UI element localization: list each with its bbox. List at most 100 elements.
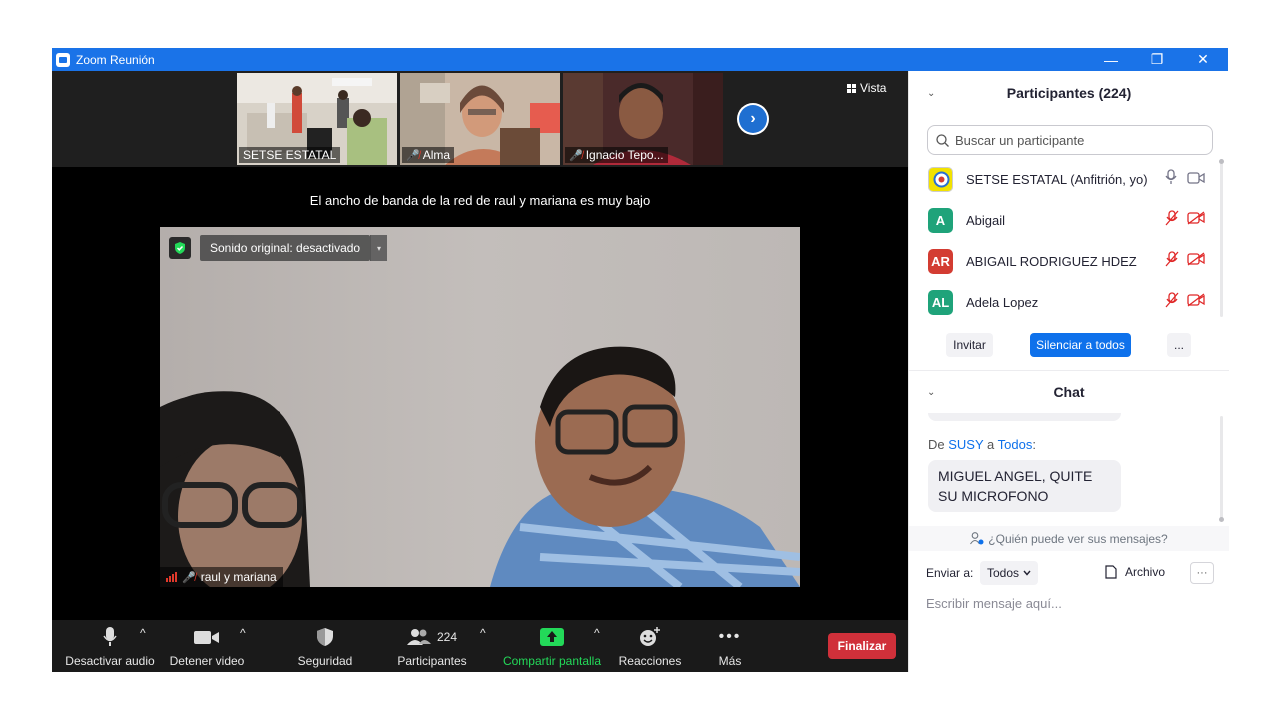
participant-name: Adela Lopez: [966, 295, 1039, 310]
file-label: Archivo: [1125, 565, 1166, 579]
thumbnail-name-tag: 🎤̸ Alma: [402, 147, 455, 163]
participant-list: SETSE ESTATAL (Anfitrión, yo) A Abigail …: [909, 159, 1221, 319]
share-options-caret[interactable]: ^: [594, 626, 600, 640]
microphone-muted-icon[interactable]: [1165, 292, 1179, 313]
to-word: a: [987, 437, 995, 452]
original-sound-toggle[interactable]: Sonido original: desactivado: [200, 235, 371, 261]
chat-header: ⌄ Chat: [909, 378, 1229, 406]
participant-name: ABIGAIL RODRIGUEZ HDEZ: [966, 254, 1137, 269]
mic-muted-icon: 🎤̸: [182, 571, 196, 584]
share-screen-button[interactable]: Compartir pantalla: [500, 626, 604, 668]
who-can-see-messages[interactable]: ¿Quién puede ver sus mensajes?: [909, 526, 1229, 551]
next-page-button[interactable]: ›: [737, 103, 769, 135]
audio-options-caret[interactable]: ^: [140, 626, 146, 640]
mic-muted-icon: 🎤̸: [569, 149, 583, 162]
collapse-chat-icon[interactable]: ⌄: [927, 387, 935, 398]
window-title: Zoom Reunión: [76, 52, 155, 67]
participant-name: Abigail: [966, 213, 1006, 228]
more-dots-icon: •••: [718, 628, 742, 645]
chat-message-input[interactable]: [926, 592, 1212, 614]
thumbnail-name-tag: SETSE ESTATAL: [239, 147, 341, 163]
share-screen-icon: [540, 628, 564, 646]
security-button[interactable]: Seguridad: [292, 626, 358, 668]
participants-options-caret[interactable]: ^: [480, 626, 486, 640]
send-to-value: Todos: [986, 566, 1020, 580]
thumbnail-name: Alma: [422, 148, 451, 162]
active-speaker-video[interactable]: Sonido original: desactivado ▾ 🎤̸ raul y…: [160, 227, 800, 587]
thumbnail-name: SETSE ESTATAL: [243, 148, 337, 162]
person-info-icon: [970, 532, 984, 545]
chat-message-bubble: MIGUEL ANGEL, QUITE SU MICROFONO: [928, 460, 1121, 512]
view-button[interactable]: Vista: [847, 81, 886, 95]
video-options-caret[interactable]: ^: [240, 626, 246, 640]
original-sound-caret[interactable]: ▾: [370, 235, 387, 261]
participant-list-scrollbar[interactable]: [1219, 159, 1224, 319]
search-icon: [936, 133, 949, 147]
participants-title: Participantes (224): [1006, 85, 1132, 101]
invite-button[interactable]: Invitar: [946, 333, 993, 357]
video-off-icon[interactable]: [1187, 293, 1205, 312]
participants-header: ⌄ Participantes (224): [909, 79, 1229, 107]
more-button[interactable]: ••• Más: [706, 626, 754, 668]
more-label: Más: [718, 654, 742, 668]
bandwidth-warning: El ancho de banda de la red de raul y ma…: [309, 193, 651, 208]
security-shield-icon: [317, 628, 333, 646]
video-off-icon[interactable]: [1187, 211, 1205, 230]
video-camera-icon: [194, 631, 219, 644]
chat-scrollbar[interactable]: [1219, 416, 1224, 522]
mute-all-button[interactable]: Silenciar a todos: [1030, 333, 1131, 357]
participant-thumbnail[interactable]: 🎤̸ Alma: [400, 73, 560, 165]
send-to-dropdown[interactable]: Todos: [980, 561, 1038, 585]
participants-more-button[interactable]: ...: [1167, 333, 1191, 357]
participant-row[interactable]: AR ABIGAIL RODRIGUEZ HDEZ: [909, 241, 1221, 282]
close-button[interactable]: ✕: [1180, 48, 1226, 71]
participant-thumbnail[interactable]: 🎤̸ Ignacio Tepo...: [563, 73, 723, 165]
sender-name[interactable]: SUSY: [948, 437, 983, 452]
side-panel: ⌄ Participantes (224) Buscar un particip…: [908, 71, 1229, 672]
panel-divider: [909, 370, 1229, 371]
stop-video-button[interactable]: Detener video: [164, 626, 250, 668]
participant-thumbnail[interactable]: SETSE ESTATAL: [237, 73, 397, 165]
video-off-icon[interactable]: [1187, 252, 1205, 271]
maximize-button[interactable]: ❐: [1134, 48, 1180, 71]
thumbnail-name-tag: 🎤̸ Ignacio Tepo...: [565, 147, 668, 163]
participant-search-field[interactable]: Buscar un participante: [927, 125, 1213, 155]
participant-row[interactable]: SETSE ESTATAL (Anfitrión, yo): [909, 159, 1221, 200]
avatar: A: [928, 208, 953, 233]
microphone-muted-icon[interactable]: [1165, 251, 1179, 272]
setse-logo-icon: [929, 168, 952, 191]
chevron-down-icon: [1023, 570, 1031, 576]
encryption-shield-icon[interactable]: [169, 237, 191, 259]
mic-muted-icon: 🎤̸: [406, 149, 420, 162]
microphone-muted-icon[interactable]: [1165, 210, 1179, 231]
security-label: Seguridad: [297, 654, 353, 668]
reactions-label: Reacciones: [618, 654, 682, 668]
chevron-right-icon: ›: [739, 105, 767, 133]
participants-icon: [406, 629, 431, 645]
reactions-button[interactable]: Reacciones: [616, 626, 684, 668]
participant-name: SETSE ESTATAL (Anfitrión, yo): [966, 172, 1148, 187]
recipient-name[interactable]: Todos: [998, 437, 1033, 452]
weak-signal-icon: [166, 572, 177, 582]
participant-row[interactable]: AL Adela Lopez: [909, 282, 1221, 319]
chat-more-button[interactable]: ···: [1190, 562, 1214, 584]
video-on-icon[interactable]: [1187, 171, 1205, 189]
participant-row[interactable]: A Abigail: [909, 200, 1221, 241]
thumbnail-name: Ignacio Tepo...: [585, 148, 664, 162]
microphone-on-icon[interactable]: [1165, 169, 1177, 190]
previous-message-bubble: [928, 413, 1121, 421]
participants-count: 224: [436, 630, 458, 644]
chat-title: Chat: [1053, 384, 1085, 400]
file-button[interactable]: Archivo: [1105, 565, 1165, 579]
to-suffix: :: [1032, 437, 1036, 452]
avatar: [928, 167, 953, 192]
participants-label: Participantes: [397, 654, 467, 668]
view-label: Vista: [860, 81, 887, 95]
send-to-label: Enviar a:: [926, 566, 974, 580]
microphone-icon: [103, 627, 117, 646]
file-icon: [1105, 565, 1117, 579]
participants-button[interactable]: 224 Participantes: [392, 626, 472, 668]
minimize-button[interactable]: —: [1088, 48, 1134, 71]
collapse-participants-icon[interactable]: ⌄: [927, 88, 935, 99]
end-meeting-button[interactable]: Finalizar: [828, 633, 896, 659]
